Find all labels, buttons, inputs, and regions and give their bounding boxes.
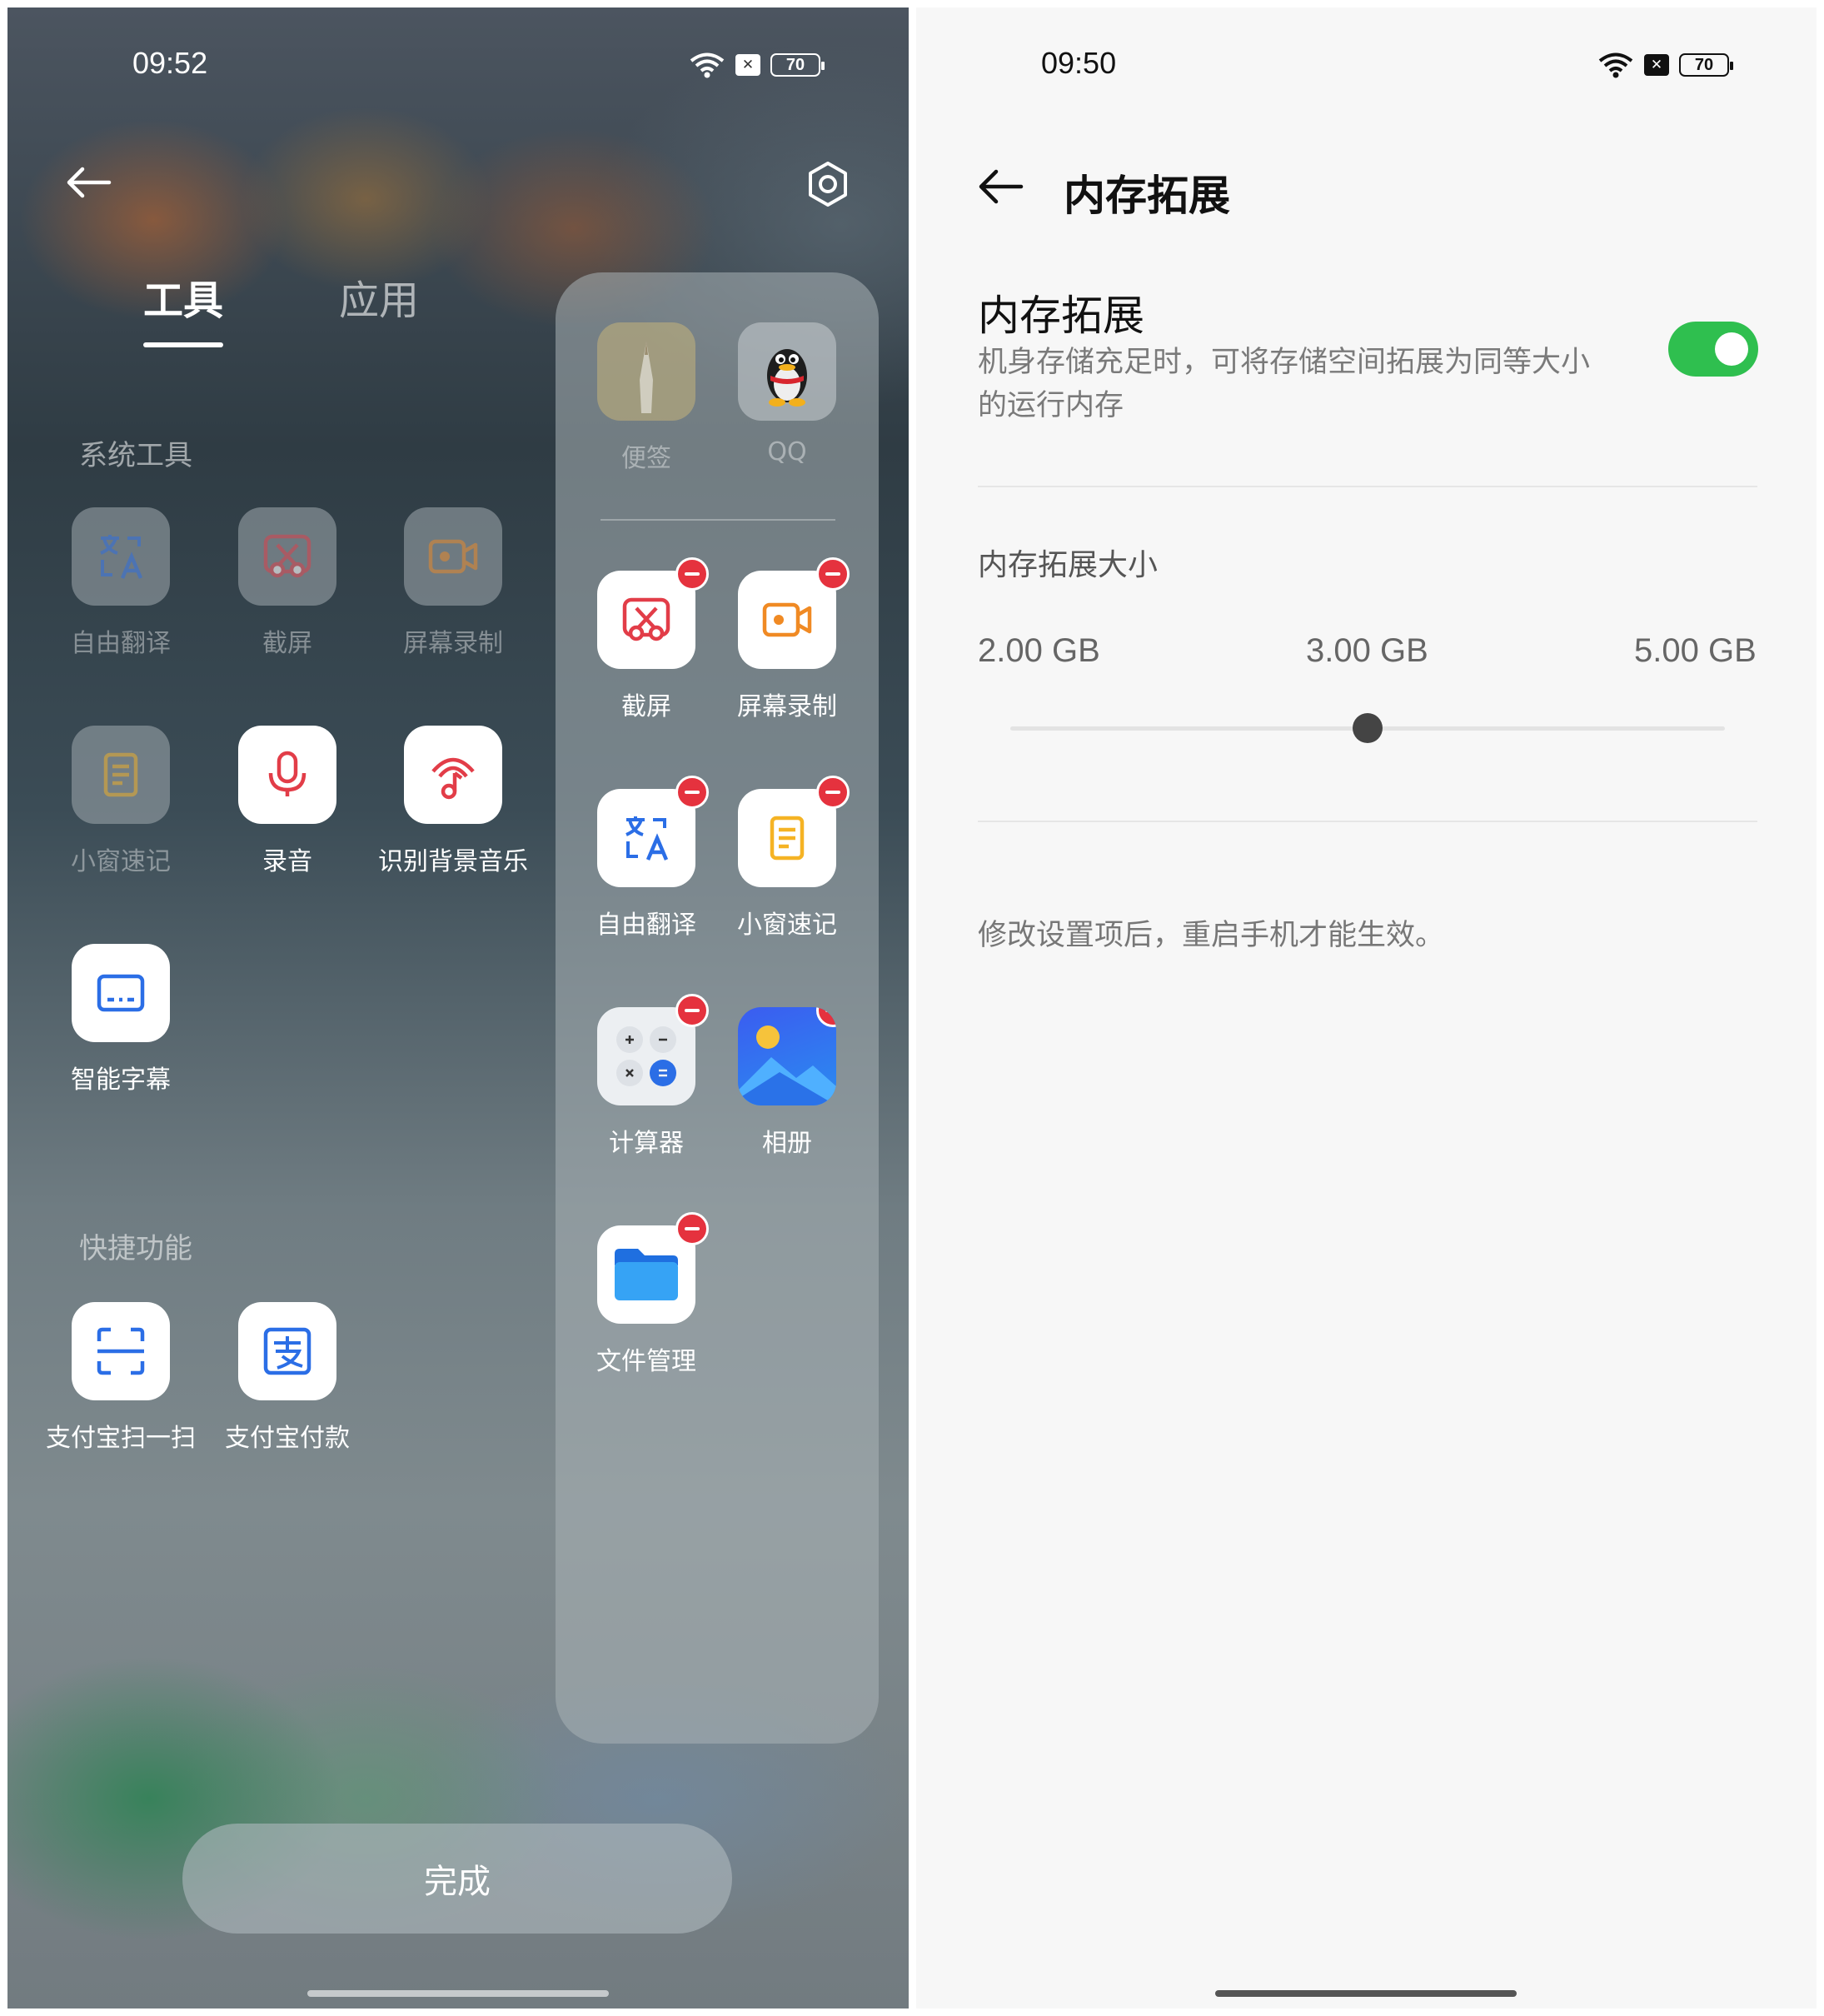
wifi-icon <box>690 52 725 78</box>
size-option-3gb[interactable]: 3.00 GB <box>1306 632 1428 670</box>
tab-indicator <box>143 342 223 347</box>
note-icon <box>103 752 138 797</box>
sidebar-label: 相册 <box>762 1129 812 1158</box>
tool-note[interactable] <box>72 726 170 824</box>
screenshot-icon <box>622 597 670 641</box>
tool-translate[interactable] <box>72 507 170 606</box>
battery-icon: 70 <box>770 53 825 77</box>
music-recognition-icon <box>431 757 475 800</box>
no-sim-icon: ✕ <box>1644 54 1669 76</box>
notes-app-icon <box>640 342 653 413</box>
tool-label: 截屏 <box>262 629 312 658</box>
page-title: 内存拓展 <box>1064 172 1230 220</box>
scan-icon <box>97 1327 145 1375</box>
tool-music-recognition[interactable] <box>404 726 502 824</box>
back-arrow-icon[interactable] <box>64 166 112 199</box>
tool-screenshot[interactable] <box>238 507 336 606</box>
tool-label: 小窗速记 <box>71 847 171 876</box>
quick-label: 支付宝扫一扫 <box>46 1424 196 1453</box>
sidebar-item-screen-record[interactable] <box>738 557 850 669</box>
note-icon <box>770 816 805 861</box>
tool-recorder[interactable] <box>238 726 336 824</box>
settings-gear-icon[interactable] <box>805 161 850 207</box>
size-option-2gb[interactable]: 2.00 GB <box>978 632 1100 670</box>
translate-icon <box>100 535 143 579</box>
microphone-icon <box>268 751 306 796</box>
remove-badge-icon[interactable] <box>675 776 709 809</box>
section-title-quick-functions: 快捷功能 <box>79 1232 192 1265</box>
section-title-system-tools: 系统工具 <box>79 439 192 472</box>
sidebar-item-calculator[interactable] <box>597 994 709 1105</box>
calculator-icon <box>616 1026 676 1086</box>
sidebar-item-gallery[interactable] <box>738 1007 836 1105</box>
toggle-knob <box>1715 332 1748 366</box>
sidebar-label: 屏幕录制 <box>737 692 837 721</box>
sidebar-item-translate[interactable] <box>597 776 709 887</box>
quick-label: 支付宝付款 <box>225 1424 350 1453</box>
remove-badge-icon[interactable] <box>675 557 709 591</box>
restart-note: 修改设置项后，重启手机才能生效。 <box>978 919 1445 952</box>
alipay-pay-icon <box>263 1327 311 1375</box>
screen-record-icon <box>428 539 478 574</box>
size-option-5gb[interactable]: 5.00 GB <box>1634 632 1757 670</box>
remove-badge-icon[interactable] <box>675 1212 709 1245</box>
sidebar-label: QQ <box>767 437 807 467</box>
sidebar-edit-screen: 09:52 ✕ 70 工具 应用 系统工具 自由翻译 截屏 屏幕录制 小窗速记 … <box>7 7 909 2009</box>
subtitle-icon <box>97 974 145 1012</box>
divider <box>978 821 1757 822</box>
memory-extension-toggle[interactable] <box>1668 322 1758 377</box>
status-icons: ✕ 70 <box>689 51 825 79</box>
tool-smart-subtitle[interactable] <box>72 944 170 1042</box>
tool-screen-record[interactable] <box>404 507 502 606</box>
home-indicator[interactable] <box>307 1990 609 1997</box>
tool-label: 屏幕录制 <box>403 629 503 658</box>
sidebar-item-file-manager[interactable] <box>597 1212 709 1324</box>
sidebar-item-note[interactable] <box>738 776 850 887</box>
translate-icon <box>625 816 669 861</box>
sidebar-label: 文件管理 <box>596 1347 696 1376</box>
remove-badge-icon[interactable] <box>816 557 850 591</box>
tab-apps[interactable]: 应用 <box>339 267 419 326</box>
quick-alipay-pay[interactable] <box>238 1302 336 1400</box>
divider <box>978 486 1757 487</box>
tool-label: 识别背景音乐 <box>378 847 528 876</box>
back-arrow-icon[interactable] <box>976 168 1024 205</box>
size-section-title: 内存拓展大小 <box>978 548 1159 582</box>
quick-alipay-scan[interactable] <box>72 1302 170 1400</box>
sidebar-item-screenshot[interactable] <box>597 557 709 669</box>
size-slider-thumb[interactable] <box>1353 713 1383 743</box>
wifi-icon <box>1598 52 1633 78</box>
folder-icon <box>615 1249 678 1300</box>
sidebar-label: 小窗速记 <box>737 911 837 940</box>
remove-badge-icon[interactable] <box>675 994 709 1027</box>
status-time: 09:52 <box>132 46 208 80</box>
status-icons: ✕ 70 <box>1597 51 1733 79</box>
done-button[interactable]: 完成 <box>182 1824 732 1934</box>
setting-description: 机身存储充足时，可将存储空间拓展为同等大小的运行内存 <box>978 346 1591 422</box>
qq-penguin-icon <box>767 349 807 407</box>
setting-title: 内存拓展 <box>978 292 1144 340</box>
screen-record-icon <box>762 602 812 637</box>
home-indicator[interactable] <box>1215 1990 1517 1997</box>
sidebar-divider <box>601 519 835 521</box>
battery-icon: 70 <box>1679 53 1733 77</box>
screenshot-icon <box>263 534 311 578</box>
no-sim-icon: ✕ <box>735 54 760 76</box>
tool-label: 自由翻译 <box>71 629 171 658</box>
tool-label: 智能字幕 <box>71 1065 171 1095</box>
status-time: 09:50 <box>1041 46 1117 80</box>
memory-extension-screen: 09:50 ✕ 70 内存拓展 内存拓展 机身存储充足时，可将存储空间拓展为同等… <box>916 7 1817 2009</box>
tab-tools[interactable]: 工具 <box>143 267 223 326</box>
sidebar-fixed-notes <box>597 322 695 421</box>
sidebar-fixed-qq <box>738 322 836 421</box>
tool-label: 录音 <box>262 847 312 876</box>
remove-badge-icon[interactable] <box>816 776 850 809</box>
